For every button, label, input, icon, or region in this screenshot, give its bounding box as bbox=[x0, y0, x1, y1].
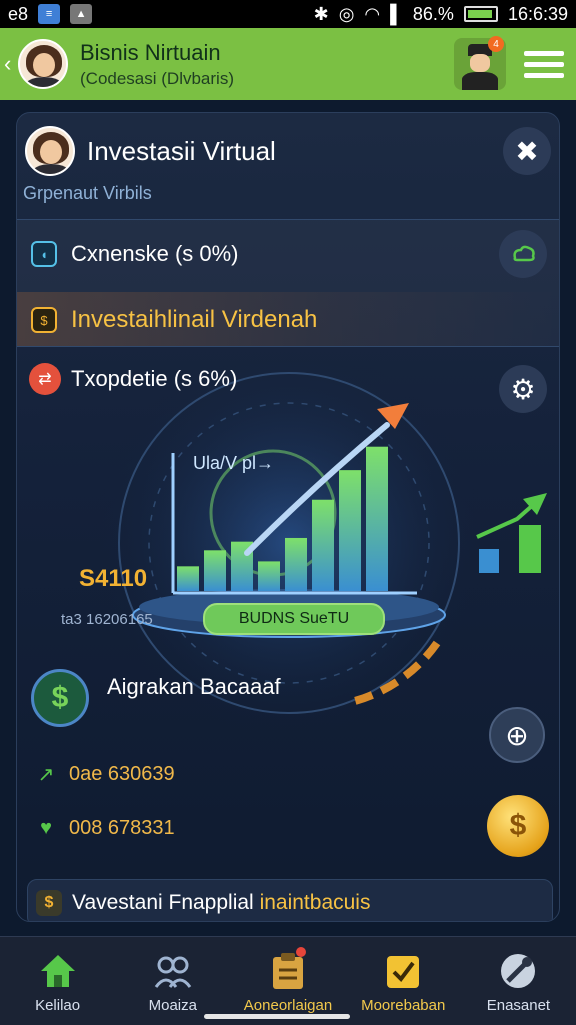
chart-caption-button[interactable]: BUDNS SueTU bbox=[203, 603, 385, 635]
transaction-label: Txopdetie (s 6%) bbox=[71, 366, 238, 391]
exchange-label: Cxnenske (s 0%) bbox=[71, 241, 239, 266]
panel-header: Investasii Virtual ✖ bbox=[25, 121, 553, 181]
back-icon[interactable]: ‹ bbox=[4, 51, 18, 77]
notification-badge: 4 bbox=[488, 36, 504, 52]
footer-text-main: Vavestani Fnapplial bbox=[72, 891, 260, 914]
people-icon bbox=[153, 951, 193, 991]
chart-bar-6 bbox=[312, 499, 334, 591]
image-notification-icon: ▲ bbox=[70, 4, 93, 24]
panel-title: Investasii Virtual bbox=[87, 135, 276, 166]
section-header: $ Aigrakan Bacaaaf bbox=[31, 669, 281, 727]
bottom-nav: Kelilao Moaiza Aoneorlaigan Moorebaban E… bbox=[0, 936, 576, 1025]
add-button[interactable]: ⊕ bbox=[489, 707, 545, 763]
chart-axis-label: Ula/V pl→ bbox=[193, 453, 275, 473]
alarm-icon: ◎ bbox=[338, 3, 355, 24]
chart-bar-8 bbox=[366, 446, 388, 591]
heart-check-icon: ♥ bbox=[40, 817, 52, 839]
tools-icon bbox=[498, 951, 538, 991]
chart-bar-7 bbox=[339, 470, 361, 591]
nav-label-people: Moaiza bbox=[148, 997, 197, 1014]
nav-item-clipboard[interactable]: Aoneorlaigan bbox=[230, 937, 345, 1025]
wallet-icon: $ bbox=[31, 307, 57, 333]
chart-bar-4 bbox=[258, 561, 280, 591]
app-subtitle: (Codesasi (Dlvbaris) bbox=[80, 68, 234, 88]
value-row-1: ↗ 0ae 630639 bbox=[35, 763, 175, 786]
nav-label-home: Kelilao bbox=[35, 997, 81, 1014]
dollar-icon: $ bbox=[31, 669, 89, 727]
clipboard-icon bbox=[268, 951, 308, 991]
investment-card: ◖ Cxnenske (s 0%) $ Investaihlinail Vird… bbox=[17, 219, 559, 347]
close-button[interactable]: ✖ bbox=[503, 127, 551, 175]
trend-up-icon: ↗ bbox=[37, 764, 55, 786]
nav-item-home[interactable]: Kelilao bbox=[0, 937, 115, 1025]
reference-number: ta3 16206165 bbox=[61, 611, 153, 628]
main-panel: Investasii Virtual ✖ Grpenaut Virbils ◖ … bbox=[16, 112, 560, 922]
bluetooth-icon: ✱ bbox=[313, 3, 329, 24]
status-bar: e8 ≡ ▲ ✱ ◎ ◠ ▌ 86.% 16:6:39 bbox=[0, 0, 576, 28]
refresh-button[interactable] bbox=[499, 230, 547, 278]
home-indicator bbox=[204, 1014, 350, 1019]
value-row-2: ♥ 008 678331 bbox=[35, 817, 175, 840]
avatar[interactable] bbox=[18, 39, 68, 89]
nav-label-clipboard: Aoneorlaigan bbox=[243, 997, 333, 1014]
home-icon bbox=[38, 951, 78, 991]
transaction-row[interactable]: ⇄ Txopdetie (s 6%) bbox=[29, 363, 237, 395]
footer-text-highlight: inaintbacuis bbox=[259, 891, 371, 914]
coin-icon[interactable]: $ bbox=[487, 795, 549, 857]
section-title: Aigrakan Bacaaaf bbox=[107, 674, 281, 699]
dollar-badge-icon: $ bbox=[36, 890, 62, 916]
close-icon: ✖ bbox=[515, 135, 539, 167]
virtual-investment-label: Investaihlinail Virdenah bbox=[71, 306, 318, 333]
plus-icon: ⊕ bbox=[505, 719, 529, 751]
virtual-investment-row[interactable]: $ Investaihlinail Virdenah bbox=[31, 300, 317, 340]
chart-bar-2 bbox=[204, 550, 226, 591]
nav-item-people[interactable]: Moaiza bbox=[115, 937, 230, 1025]
footer-banner[interactable]: $ Vavestani Fnapplial inaintbacuis bbox=[27, 879, 553, 921]
panel-avatar bbox=[25, 126, 75, 176]
battery-percent: 86.% bbox=[412, 3, 454, 24]
footer-text: Vavestani Fnapplial inaintbacuis bbox=[72, 891, 370, 915]
menu-icon[interactable] bbox=[524, 50, 564, 78]
amount-value: S4110 bbox=[79, 565, 148, 592]
signal-icon: ▌ bbox=[390, 3, 403, 24]
agent-avatar[interactable]: 4 bbox=[454, 36, 506, 90]
transfer-icon: ⇄ bbox=[29, 363, 61, 395]
value-2: 008 678331 bbox=[69, 817, 175, 839]
app-bar: ‹ Bisnis Nirtuain (Codesasi (Dlvbaris) 4 bbox=[0, 28, 576, 100]
nav-item-tools[interactable]: Enasanet bbox=[461, 937, 576, 1025]
nav-item-checklist[interactable]: Moorebaban bbox=[346, 937, 461, 1025]
nav-label-checklist: Moorebaban bbox=[361, 997, 446, 1014]
value-1: 0ae 630639 bbox=[69, 763, 175, 785]
exchange-row[interactable]: ◖ Cxnenske (s 0%) bbox=[31, 234, 239, 274]
wifi-icon: ◠ bbox=[364, 3, 381, 24]
chart-bar-5 bbox=[285, 537, 307, 591]
chart-bar-1 bbox=[177, 566, 199, 591]
app-notification-icon: ≡ bbox=[38, 4, 61, 24]
settings-button[interactable]: ⚙ bbox=[499, 365, 547, 413]
status-left-text: e8 bbox=[8, 3, 29, 24]
status-time: 16:6:39 bbox=[507, 3, 568, 24]
cloud-icon bbox=[513, 245, 535, 262]
battery-icon bbox=[463, 6, 498, 22]
app-title: Bisnis Nirtuain bbox=[80, 39, 221, 65]
checklist-icon bbox=[383, 951, 423, 991]
panel-subtitle: Grpenaut Virbils bbox=[23, 183, 152, 203]
nav-label-tools: Enasanet bbox=[486, 997, 551, 1014]
gear-icon: ⚙ bbox=[510, 373, 536, 405]
exchange-icon: ◖ bbox=[31, 241, 57, 267]
